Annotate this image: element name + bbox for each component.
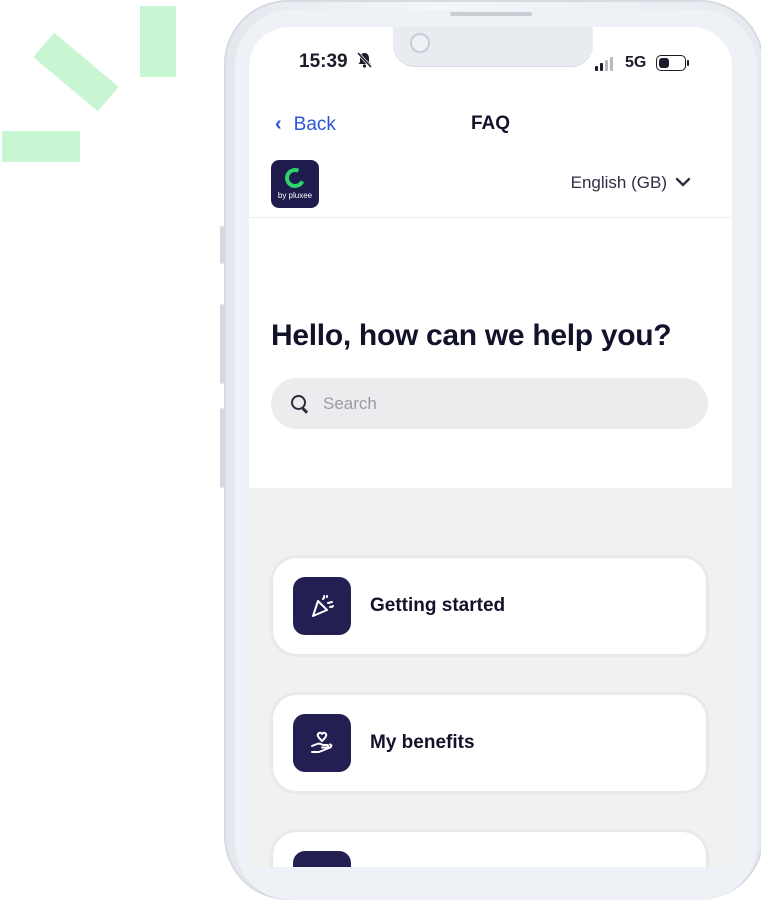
language-selector[interactable]: English (GB)	[571, 173, 691, 193]
page-title: FAQ	[470, 113, 511, 134]
phone-side-button	[220, 408, 224, 488]
phone-speaker	[450, 12, 532, 16]
search-input[interactable]	[321, 392, 685, 415]
phone-screen: 15:39 5G ‹ Back FAQ by pluxee English (G…	[249, 27, 732, 867]
status-time: 15:39	[299, 51, 348, 72]
decor-shape	[2, 131, 80, 162]
signal-icon	[595, 57, 613, 71]
party-popper-icon	[293, 577, 351, 635]
decor-shape	[140, 6, 176, 77]
decor-shape	[33, 32, 119, 112]
header-divider	[249, 217, 732, 218]
category-card-partial[interactable]	[273, 832, 706, 867]
network-type: 5G	[625, 54, 647, 71]
phone-side-button	[220, 226, 224, 264]
bell-muted-icon	[356, 51, 373, 74]
category-label: Getting started	[370, 595, 506, 616]
hand-heart-icon	[293, 714, 351, 772]
help-heading: Hello, how can we help you?	[271, 319, 672, 352]
search-icon	[291, 394, 309, 413]
category-getting-started[interactable]: Getting started	[273, 558, 706, 654]
search-bar[interactable]	[271, 378, 708, 429]
phone-side-button	[220, 304, 224, 384]
pluxee-logo: by pluxee	[271, 160, 319, 208]
language-label: English (GB)	[570, 173, 667, 192]
categories-section: Getting started My benefits	[249, 488, 732, 867]
battery-icon	[656, 55, 689, 71]
phone-camera	[410, 33, 430, 53]
category-label: My benefits	[370, 732, 475, 753]
category-my-benefits[interactable]: My benefits	[273, 695, 706, 791]
logo-brand-text: by pluxee	[277, 191, 313, 200]
category-icon	[293, 851, 351, 867]
chevron-down-icon	[675, 174, 691, 192]
